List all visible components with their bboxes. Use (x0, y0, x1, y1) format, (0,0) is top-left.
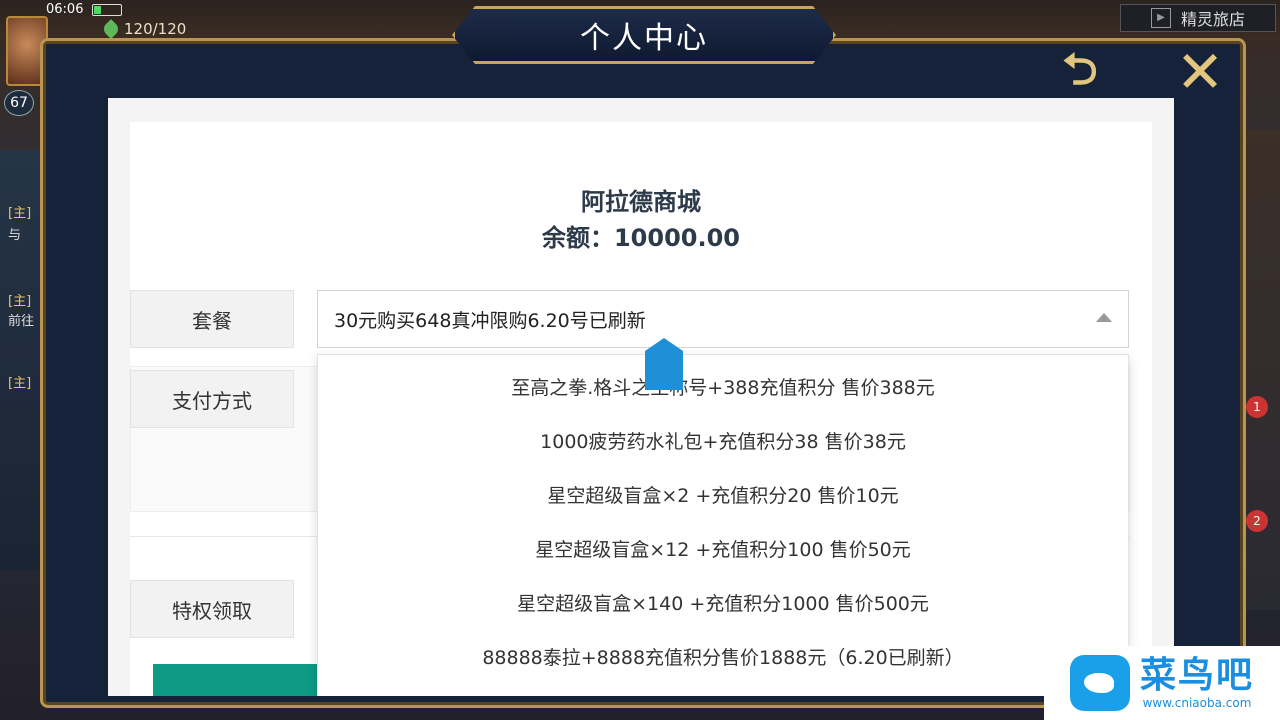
quest-tag: [主] (8, 206, 32, 221)
inn-label: 精灵旅店 (1180, 10, 1245, 29)
package-select[interactable]: 30元购买648真冲限购6.20号已刷新 (317, 290, 1129, 348)
submit-button[interactable] (153, 664, 323, 696)
level-badge: 67 (4, 90, 34, 116)
battery-icon (92, 4, 122, 16)
dialog-title: 个人中心 (580, 21, 708, 56)
bird-logo-icon (1070, 655, 1130, 711)
quest-tag: 与 (8, 228, 22, 243)
close-button[interactable]: ✕ (1168, 38, 1232, 106)
close-icon: ✕ (1175, 38, 1225, 106)
selected-package-text: 30元购买648真冲限购6.20号已刷新 (334, 309, 646, 332)
watermark-url: www.cniaoba.com (1142, 696, 1252, 710)
payment-label: 支付方式 (130, 370, 294, 428)
package-option[interactable]: 至高之拳.格斗之王称号+388充值积分 售价388元 (318, 359, 1128, 413)
notification-badge: 2 (1246, 510, 1268, 532)
quest-tag: [主] (8, 294, 32, 309)
package-option[interactable]: 1000疲劳药水礼包+充值积分38 售价38元 (318, 413, 1128, 467)
package-dropdown[interactable]: 至高之拳.格斗之王称号+388充值积分 售价388元 1000疲劳药水礼包+充值… (317, 354, 1129, 696)
notification-badge: 1 (1246, 396, 1268, 418)
package-option[interactable]: 88888泰拉+8888充值积分售价1888元（6.20已刷新） (318, 629, 1128, 683)
inn-button[interactable]: ▶ 精灵旅店 (1120, 4, 1276, 32)
package-label: 套餐 (130, 290, 294, 348)
right-menu-strip[interactable]: 1 2 (1244, 130, 1280, 610)
quest-tracker[interactable]: [主] 与 [主] 前往 [主] (0, 150, 40, 570)
watermark: 菜鸟吧 www.cniaoba.com (1044, 646, 1280, 720)
quest-tag: [主] (8, 376, 32, 391)
play-icon: ▶ (1150, 8, 1171, 28)
dialog-title-plate: 个人中心 (452, 6, 836, 64)
quest-tag: 前往 (8, 314, 35, 329)
package-option[interactable]: 星空超级盲盒×12 +充值积分100 售价50元 (318, 521, 1128, 575)
shop-name: 阿拉德商城 (581, 188, 701, 216)
caret-up-icon (1096, 313, 1112, 322)
leaf-icon (101, 19, 121, 39)
back-button[interactable]: ⮌ (1042, 44, 1118, 98)
stamina-display: 120/120 (101, 19, 187, 39)
watermark-text: 菜鸟吧 (1140, 655, 1255, 696)
stamina-value: 120/120 (124, 20, 187, 38)
shop-webview: 阿拉德商城 余额：10000.00 套餐 30元购买648真冲限购6.20号已刷… (108, 98, 1174, 696)
privilege-label: 特权领取 (130, 580, 294, 638)
package-option[interactable]: 星空超级盲盒×140 +充值积分1000 售价500元 (318, 575, 1128, 629)
balance-text: 余额：10000.00 (541, 224, 740, 252)
package-option[interactable]: 星空超级盲盒×2 +充值积分20 售价10元 (318, 467, 1128, 521)
status-time: 06:06 (46, 2, 84, 17)
